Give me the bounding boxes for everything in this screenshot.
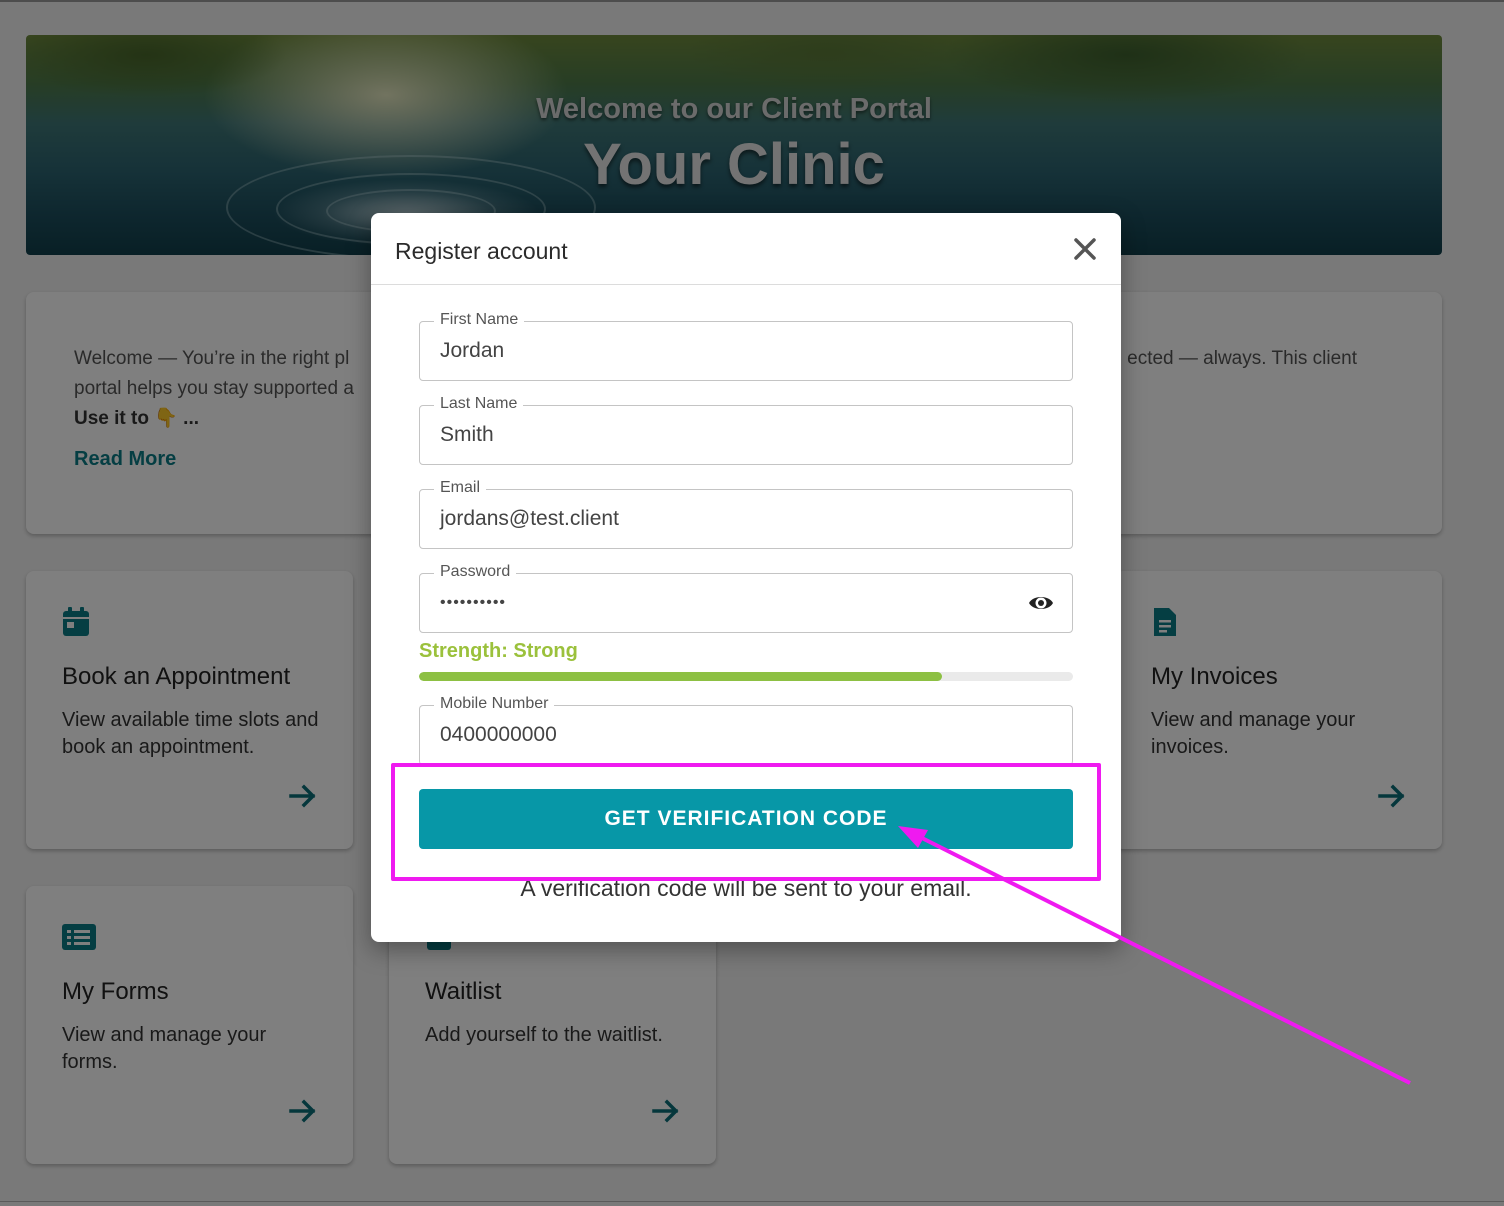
close-icon[interactable] (1069, 233, 1101, 265)
email-input[interactable]: jordans@test.client (440, 490, 1020, 548)
password-field[interactable]: Password •••••••••• (419, 563, 1073, 633)
first-name-input[interactable]: Jordan (440, 322, 1020, 380)
mobile-number-field[interactable]: Mobile Number 0400000000 (419, 695, 1073, 765)
last-name-input[interactable]: Smith (440, 406, 1020, 464)
first-name-field[interactable]: First Name Jordan (419, 311, 1073, 381)
dialog-header: Register account (371, 213, 1121, 285)
dialog-title: Register account (395, 238, 568, 264)
annotation-highlight-box (391, 763, 1101, 881)
password-input[interactable]: •••••••••• (440, 574, 1020, 632)
mobile-number-input[interactable]: 0400000000 (440, 706, 1020, 764)
eye-icon[interactable] (1028, 591, 1054, 615)
last-name-field[interactable]: Last Name Smith (419, 395, 1073, 465)
password-strength-label: Strength: Strong (419, 640, 578, 662)
password-strength-bar (419, 672, 1073, 681)
email-field[interactable]: Email jordans@test.client (419, 479, 1073, 549)
password-strength-fill (419, 672, 943, 681)
